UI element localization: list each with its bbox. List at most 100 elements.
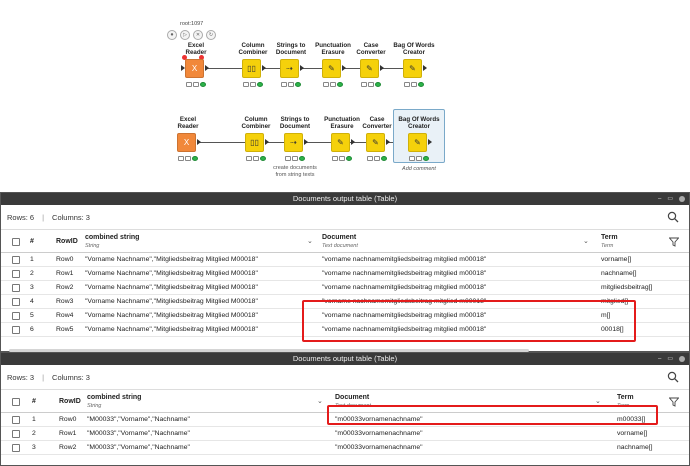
filter-icon[interactable]	[669, 237, 679, 247]
row-checkbox[interactable]	[12, 270, 20, 278]
close-icon[interactable]	[679, 356, 685, 362]
row-checkbox[interactable]	[12, 326, 20, 334]
strings-to-document-icon: ⇢	[284, 133, 303, 152]
meta-separator: |	[42, 212, 45, 222]
column-header-label: Term	[601, 234, 618, 241]
column-header-num: #	[32, 398, 36, 405]
cell-rowid: Row1	[56, 270, 74, 277]
chevron-down-icon[interactable]: ⌄	[307, 237, 313, 245]
workflow-canvas[interactable]: root:1097 ⏺ ▷ ✕ ↻ Excel Reader X Column …	[0, 0, 690, 192]
output-port-icon[interactable]	[351, 139, 355, 145]
node-status-icon	[285, 156, 305, 161]
column-type-label: String	[87, 403, 102, 409]
row-checkbox[interactable]	[12, 298, 20, 306]
table-row[interactable]: 3 Row2 "Vorname Nachname","Mitgliedsbeitra…	[1, 281, 689, 295]
filter-icon[interactable]	[669, 397, 679, 407]
cell-num: 2	[32, 430, 36, 437]
bag-of-words-icon: ✎	[408, 133, 427, 152]
reset-icon[interactable]: ↻	[206, 30, 216, 40]
cell-rowid: Row2	[56, 284, 74, 291]
output-port-icon[interactable]	[342, 65, 346, 71]
column-header-label: Document	[335, 394, 370, 401]
select-all-checkbox[interactable]	[12, 398, 20, 406]
output-port-icon[interactable]	[197, 139, 201, 145]
chevron-down-icon[interactable]: ⌄	[595, 397, 601, 405]
column-header-rowid[interactable]: RowID	[59, 398, 81, 406]
chevron-down-icon[interactable]: ⌄	[317, 397, 323, 405]
column-header-term[interactable]: Term Term	[601, 234, 618, 250]
knime-screenshot: root:1097 ⏺ ▷ ✕ ↻ Excel Reader X Column …	[0, 0, 690, 466]
column-header-combined-string[interactable]: combined string String	[87, 394, 141, 410]
maximize-icon[interactable]: ▭	[667, 193, 673, 205]
cell-num: 1	[30, 256, 34, 263]
output-port-icon[interactable]	[423, 65, 427, 71]
row-checkbox[interactable]	[12, 416, 20, 424]
column-type-label: Text document	[322, 243, 358, 249]
close-icon[interactable]	[679, 196, 685, 202]
punctuation-erasure-icon: ✎	[322, 59, 341, 78]
cancel-icon[interactable]: ✕	[193, 30, 203, 40]
cell-term: mitgliedsbeitrag[]	[601, 284, 653, 291]
rows-count: Rows: 3	[7, 372, 35, 382]
node-status-icon	[404, 82, 424, 87]
excel-icon: X	[185, 59, 204, 78]
table-row[interactable]: 2 Row1 "Vorname Nachname","Mitgliedsbeitra…	[1, 267, 689, 281]
node-action-icon[interactable]: ⏺	[167, 30, 177, 40]
cell-combined-string: "Vorname Nachname","Mitgliedsbeitrag Mit…	[85, 326, 258, 333]
node-status-icon	[409, 156, 429, 161]
node-status-icon	[367, 156, 387, 161]
search-icon[interactable]	[667, 211, 679, 223]
cell-rowid: Row2	[59, 444, 77, 451]
output-port-icon[interactable]	[386, 139, 390, 145]
cell-num: 4	[30, 298, 34, 305]
row-checkbox[interactable]	[12, 312, 20, 320]
table-row[interactable]: 3 Row2 "M00033","Vorname","Nachname" "m0003…	[1, 441, 689, 455]
execute-icon[interactable]: ▷	[180, 30, 190, 40]
output-port-icon[interactable]	[304, 139, 308, 145]
column-combiner-icon: ▯▯	[242, 59, 261, 78]
chevron-down-icon[interactable]: ⌄	[583, 237, 589, 245]
cell-document: "vorname nachnamemitgliedsbeitrag mitgli…	[322, 270, 487, 277]
add-comment-link[interactable]: Add comment	[393, 166, 445, 173]
column-header-combined-string[interactable]: combined string String	[85, 234, 139, 250]
select-all-checkbox[interactable]	[12, 238, 20, 246]
cell-combined-string: "Vorname Nachname","Mitgliedsbeitrag Mit…	[85, 256, 258, 263]
maximize-icon[interactable]: ▭	[667, 353, 673, 365]
node-label: Bag Of Words Creator	[393, 42, 435, 56]
strings-to-document-icon: ⇢	[280, 59, 299, 78]
cell-combined-string: "Vorname Nachname","Mitgliedsbeitrag Mit…	[85, 270, 258, 277]
row-checkbox[interactable]	[12, 430, 20, 438]
row-checkbox[interactable]	[12, 284, 20, 292]
node-status-icon	[332, 156, 352, 161]
node-annotation[interactable]: create documents from string texts	[262, 165, 328, 179]
row-checkbox[interactable]	[12, 444, 20, 452]
output-port-icon[interactable]	[380, 65, 384, 71]
column-header-rowid[interactable]: RowID	[56, 238, 78, 246]
punctuation-erasure-icon: ✎	[331, 133, 350, 152]
column-header-label: Document	[322, 234, 357, 241]
output-port-icon[interactable]	[262, 65, 266, 71]
table-row[interactable]: 2 Row1 "M00033","Vorname","Nachname" "m0003…	[1, 427, 689, 441]
column-type-label: Term	[601, 243, 614, 249]
cell-rowid: Row5	[56, 326, 74, 333]
output-port-icon[interactable]	[265, 139, 269, 145]
minimize-icon[interactable]: –	[658, 353, 661, 365]
cell-rowid: Row4	[56, 312, 74, 319]
table-row[interactable]: 1 Row0 "Vorname Nachname","Mitgliedsbeitra…	[1, 253, 689, 267]
column-type-label: String	[85, 243, 100, 249]
search-icon[interactable]	[667, 371, 679, 383]
connection-line	[200, 142, 246, 143]
column-header-label: combined string	[85, 234, 140, 241]
row-checkbox[interactable]	[12, 256, 20, 264]
cell-document: "m00033vornamenachname"	[335, 444, 423, 451]
node-status-icon	[186, 82, 206, 87]
meta-separator: |	[42, 372, 45, 382]
output-port-icon[interactable]	[205, 65, 209, 71]
column-header-document[interactable]: Document Text document	[322, 234, 358, 250]
output-port-icon[interactable]	[428, 139, 432, 145]
minimize-icon[interactable]: –	[658, 193, 661, 205]
connection-line	[304, 142, 332, 143]
node-status-icon	[361, 82, 381, 87]
output-port-icon[interactable]	[300, 65, 304, 71]
cell-num: 3	[30, 284, 34, 291]
